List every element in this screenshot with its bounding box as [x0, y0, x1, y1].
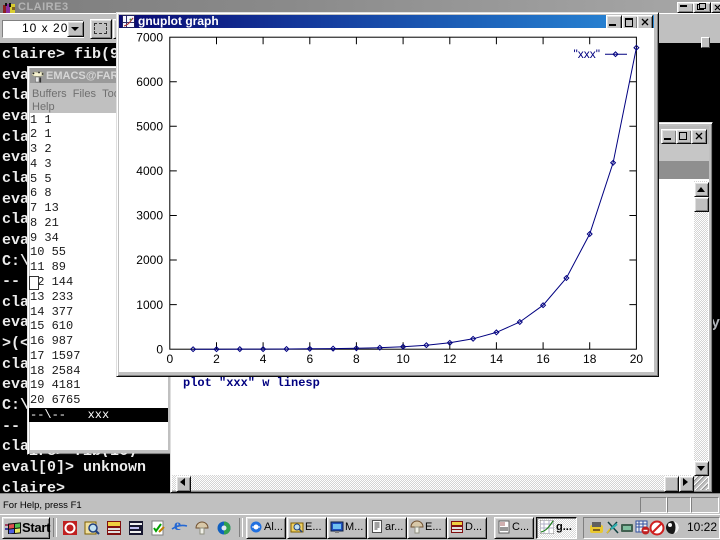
svg-text:1000: 1000 [136, 298, 163, 312]
svg-text:10: 10 [396, 352, 410, 366]
svg-text:2000: 2000 [136, 253, 163, 267]
svg-text:4: 4 [260, 352, 267, 366]
svg-text:"xxx": "xxx" [573, 47, 600, 61]
svg-text:18: 18 [583, 352, 597, 366]
svg-text:16: 16 [536, 352, 550, 366]
svg-text:14: 14 [490, 352, 504, 366]
svg-text:3000: 3000 [136, 209, 163, 223]
svg-text:0: 0 [156, 342, 163, 356]
svg-text:2: 2 [213, 352, 220, 366]
svg-text:6: 6 [306, 352, 313, 366]
svg-text:0: 0 [166, 352, 173, 366]
svg-text:5000: 5000 [136, 120, 163, 134]
svg-text:20: 20 [630, 352, 644, 366]
svg-text:12: 12 [443, 352, 457, 366]
svg-text:6000: 6000 [136, 75, 163, 89]
svg-text:4000: 4000 [136, 164, 163, 178]
svg-text:7000: 7000 [136, 30, 163, 44]
svg-text:8: 8 [353, 352, 360, 366]
